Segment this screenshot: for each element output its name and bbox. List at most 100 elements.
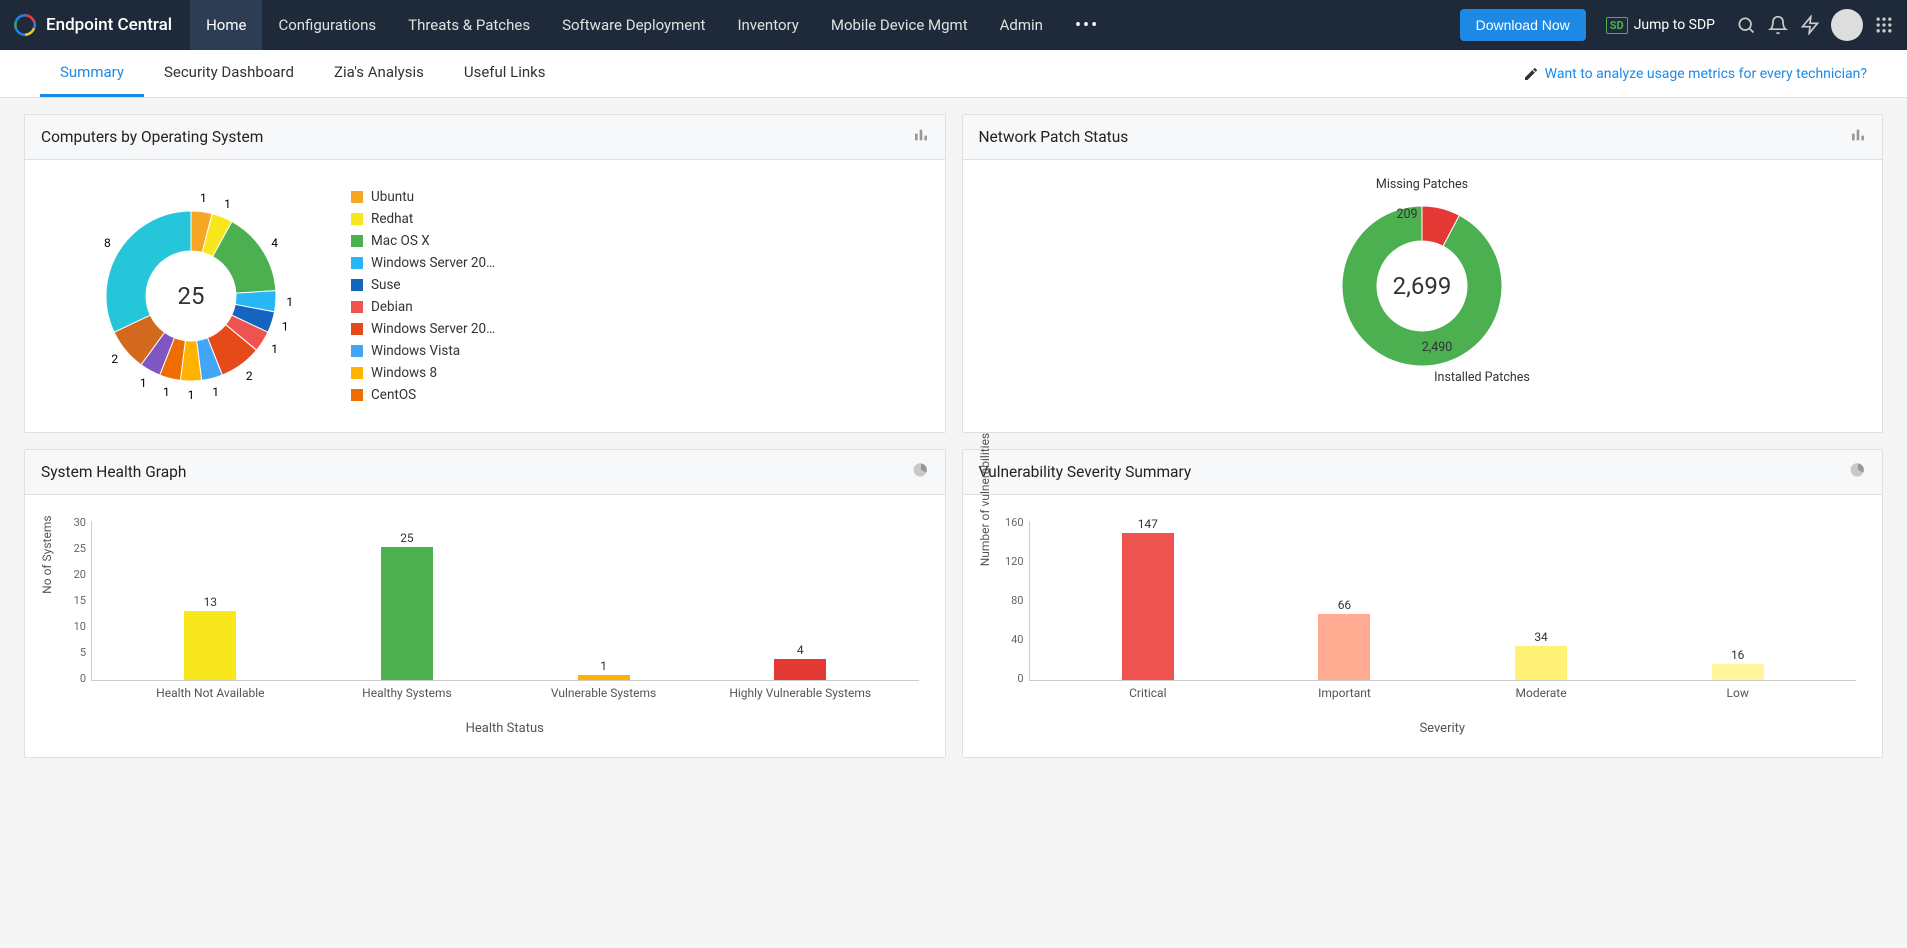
nav-item-inventory[interactable]: Inventory <box>721 0 814 50</box>
legend-swatch <box>351 389 363 401</box>
panel-computers-by-os: Computers by Operating System 1141112111… <box>24 114 946 433</box>
legend-swatch <box>351 301 363 313</box>
bar-value: 1 <box>600 659 607 673</box>
legend-swatch <box>351 257 363 269</box>
legend-label: Ubuntu <box>371 189 414 205</box>
svg-text:2,490: 2,490 <box>1422 340 1453 355</box>
legend-label: Windows Server 20… <box>371 321 495 337</box>
sdp-icon: SD <box>1606 17 1628 34</box>
bar-column[interactable]: 66Important <box>1318 598 1370 680</box>
brand[interactable]: Endpoint Central <box>12 12 190 38</box>
nav-item-admin[interactable]: Admin <box>984 0 1059 50</box>
legend-item[interactable]: Windows Vista <box>351 343 495 359</box>
jump-sdp-label: Jump to SDP <box>1634 17 1715 33</box>
bar-category: Vulnerable Systems <box>551 686 656 700</box>
bar-rect <box>1712 664 1764 680</box>
panel-system-health: System Health Graph No of Systems 302520… <box>24 449 946 758</box>
y-axis-label: Number of vulnerabilities <box>978 433 992 566</box>
subnav-item-useful-links[interactable]: Useful Links <box>444 50 566 97</box>
legend-item[interactable]: Debian <box>351 299 495 315</box>
legend-item[interactable]: Ubuntu <box>351 189 495 205</box>
download-now-button[interactable]: Download Now <box>1460 9 1586 41</box>
subnav-item-security-dashboard[interactable]: Security Dashboard <box>144 50 314 97</box>
panel-title: Computers by Operating System <box>41 128 263 146</box>
os-donut-chart[interactable]: 114111211112825 <box>61 186 321 406</box>
svg-text:1: 1 <box>286 295 293 309</box>
svg-text:1: 1 <box>140 376 147 390</box>
bar-category: Highly Vulnerable Systems <box>729 686 871 700</box>
nav-item-threats-patches[interactable]: Threats & Patches <box>392 0 546 50</box>
legend-item[interactable]: CentOS <box>351 387 495 403</box>
os-legend: Ubuntu Redhat Mac OS X Windows Server 20… Su… <box>351 189 495 403</box>
bar-column[interactable]: 1Vulnerable Systems <box>578 659 630 680</box>
bar-rect <box>774 659 826 680</box>
legend-label: Windows 8 <box>371 365 437 381</box>
search-icon[interactable] <box>1735 14 1757 36</box>
nav-item-mobile-device-mgmt[interactable]: Mobile Device Mgmt <box>815 0 984 50</box>
bolt-icon[interactable] <box>1799 14 1821 36</box>
bar-value: 66 <box>1338 598 1352 612</box>
svg-text:1: 1 <box>200 191 207 205</box>
nps-donut-chart[interactable]: 2,699Missing Patches2092,490Installed Pa… <box>1252 176 1592 396</box>
subnav: SummarySecurity DashboardZia's AnalysisU… <box>0 50 1907 98</box>
svg-text:2: 2 <box>246 369 253 383</box>
nav-more-icon[interactable]: ••• <box>1059 15 1115 36</box>
svg-text:1: 1 <box>282 320 289 334</box>
panel-title: Network Patch Status <box>979 128 1129 146</box>
svg-text:4: 4 <box>271 236 278 250</box>
bar-rect <box>381 547 433 680</box>
svg-text:Installed Patches: Installed Patches <box>1434 370 1530 385</box>
legend-swatch <box>351 279 363 291</box>
chart-toggle-icon[interactable] <box>913 127 929 147</box>
bar-value: 4 <box>797 643 804 657</box>
pie-toggle-icon[interactable] <box>913 462 929 482</box>
legend-label: CentOS <box>371 387 416 403</box>
brand-logo-icon <box>12 12 38 38</box>
bell-icon[interactable] <box>1767 14 1789 36</box>
vuln-bar-chart[interactable]: Number of vulnerabilities 16012080400 14… <box>979 511 1867 741</box>
subnav-item-summary[interactable]: Summary <box>40 50 144 97</box>
legend-item[interactable]: Windows Server 20… <box>351 321 495 337</box>
svg-text:209: 209 <box>1397 207 1418 222</box>
bar-column[interactable]: 147Critical <box>1122 517 1174 680</box>
bar-column[interactable]: 34Moderate <box>1515 630 1567 680</box>
bar-rect <box>1515 646 1567 680</box>
pie-toggle-icon[interactable] <box>1850 462 1866 482</box>
bar-category: Critical <box>1129 686 1166 700</box>
subnav-right: Want to analyze usage metrics for every … <box>1523 66 1867 82</box>
bar-column[interactable]: 4Highly Vulnerable Systems <box>774 643 826 680</box>
legend-label: Redhat <box>371 211 413 227</box>
bar-column[interactable]: 13Health Not Available <box>184 595 236 680</box>
topbar-right: Download Now SD Jump to SDP <box>1460 9 1895 41</box>
x-axis-label: Health Status <box>91 721 919 736</box>
avatar[interactable] <box>1831 9 1863 41</box>
legend-item[interactable]: Windows 8 <box>351 365 495 381</box>
nav-item-software-deployment[interactable]: Software Deployment <box>546 0 721 50</box>
legend-item[interactable]: Suse <box>351 277 495 293</box>
bar-rect <box>578 675 630 680</box>
subnav-item-zia-s-analysis[interactable]: Zia's Analysis <box>314 50 444 97</box>
panel-network-patch-status: Network Patch Status 2,699Missing Patche… <box>962 114 1884 433</box>
svg-text:1: 1 <box>271 342 278 356</box>
legend-item[interactable]: Redhat <box>351 211 495 227</box>
bar-rect <box>1318 614 1370 680</box>
legend-item[interactable]: Mac OS X <box>351 233 495 249</box>
jump-to-sdp-button[interactable]: SD Jump to SDP <box>1596 17 1725 34</box>
legend-swatch <box>351 213 363 225</box>
apps-grid-icon[interactable] <box>1873 14 1895 36</box>
legend-label: Mac OS X <box>371 233 430 249</box>
legend-item[interactable]: Windows Server 20… <box>351 255 495 271</box>
svg-text:1: 1 <box>163 385 170 399</box>
nav-item-configurations[interactable]: Configurations <box>262 0 392 50</box>
chart-toggle-icon[interactable] <box>1850 127 1866 147</box>
nav-item-home[interactable]: Home <box>190 0 262 50</box>
panel-vulnerability-severity: Vulnerability Severity Summary Number of… <box>962 449 1884 758</box>
bar-value: 34 <box>1534 630 1548 644</box>
bar-column[interactable]: 25Healthy Systems <box>381 531 433 680</box>
svg-text:2: 2 <box>111 352 118 366</box>
bar-column[interactable]: 16Low <box>1712 648 1764 680</box>
main-nav: HomeConfigurationsThreats & PatchesSoftw… <box>190 0 1059 50</box>
svg-text:25: 25 <box>178 282 205 310</box>
analyze-usage-link[interactable]: Want to analyze usage metrics for every … <box>1545 66 1867 82</box>
health-bar-chart[interactable]: No of Systems 302520151050 13Health Not … <box>41 511 929 741</box>
